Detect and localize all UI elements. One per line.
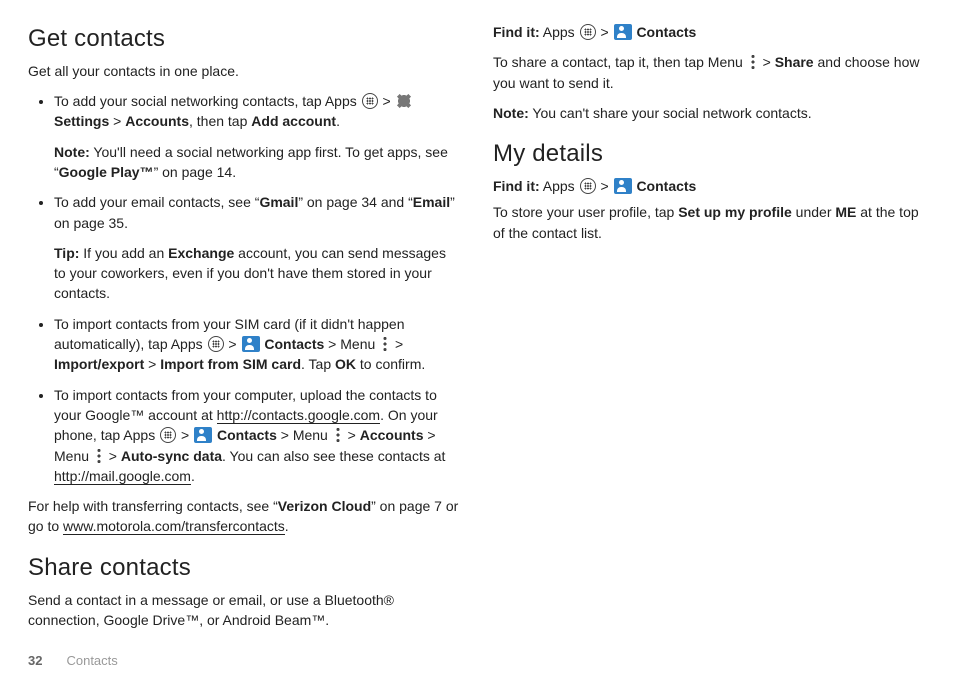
text: > <box>344 427 360 443</box>
contacts-icon <box>242 336 260 352</box>
accounts-label: Accounts <box>360 427 424 443</box>
share-instructions: To share a contact, tap it, then tap Men… <box>493 52 926 93</box>
contacts-label: Contacts <box>636 24 696 40</box>
text: > <box>109 113 125 129</box>
find-it-share: Find it: Apps > Contacts <box>493 22 926 42</box>
accounts-label: Accounts <box>125 113 189 129</box>
gear-icon <box>396 93 412 109</box>
contacts-label: Contacts <box>636 178 696 194</box>
text: ” on page 14. <box>154 164 237 180</box>
apps-icon <box>362 93 378 109</box>
list-item-sim: To import contacts from your SIM card (i… <box>54 314 461 375</box>
note-label: Note: <box>493 105 529 121</box>
text: . <box>285 518 289 534</box>
heading-my-details: My details <box>493 137 926 172</box>
exchange-label: Exchange <box>168 245 234 261</box>
intro-get-contacts: Get all your contacts in one place. <box>28 61 461 81</box>
list-item-email: To add your email contacts, see “Gmail” … <box>54 192 461 303</box>
text: , then tap <box>189 113 251 129</box>
gmail-link: Gmail <box>259 194 298 210</box>
text: under <box>792 204 836 220</box>
tip-label: Tip: <box>54 245 79 261</box>
text: Apps <box>540 178 579 194</box>
text: > <box>177 427 193 443</box>
text: . <box>336 113 340 129</box>
heading-get-contacts: Get contacts <box>28 22 461 57</box>
text: If you add an <box>79 245 168 261</box>
text: > <box>597 178 613 194</box>
mail-url[interactable]: http://mail.google.com <box>54 468 191 485</box>
contacts-label: Contacts <box>264 336 324 352</box>
apps-icon <box>208 336 224 352</box>
apps-icon <box>580 24 596 40</box>
find-it-label: Find it: <box>493 178 540 194</box>
details-instructions: To store your user profile, tap Set up m… <box>493 202 926 243</box>
transfer-help: For help with transferring contacts, see… <box>28 496 461 537</box>
setup-profile-label: Set up my profile <box>678 204 792 220</box>
list-item-computer: To import contacts from your computer, u… <box>54 385 461 486</box>
text: > Menu <box>277 427 332 443</box>
list-item-social: To add your social networking contacts, … <box>54 91 461 182</box>
apps-icon <box>160 427 176 443</box>
footer: 32 Contacts <box>28 640 926 671</box>
email-link: Email <box>413 194 450 210</box>
text: You can't share your social network cont… <box>529 105 812 121</box>
right-column: Find it: Apps > Contacts To share a cont… <box>493 22 926 640</box>
heading-share-contacts: Share contacts <box>28 551 461 586</box>
ok-label: OK <box>335 356 356 372</box>
find-it-label: Find it: <box>493 24 540 40</box>
settings-label: Settings <box>54 113 109 129</box>
me-label: ME <box>835 204 856 220</box>
verizon-cloud-link: Verizon Cloud <box>278 498 371 514</box>
import-sim-label: Import from SIM card <box>160 356 301 372</box>
text: . You can also see these contacts at <box>222 448 445 464</box>
get-contacts-list: To add your social networking contacts, … <box>28 91 461 486</box>
menu-icon <box>748 54 758 70</box>
text: > <box>597 24 613 40</box>
contacts-icon <box>194 427 212 443</box>
text: > <box>225 336 241 352</box>
text: For help with transferring contacts, see… <box>28 498 278 514</box>
text: . Tap <box>301 356 335 372</box>
auto-sync-label: Auto-sync data <box>121 448 222 464</box>
section-name: Contacts <box>66 652 117 671</box>
menu-icon <box>380 336 390 352</box>
columns: Get contacts Get all your contacts in on… <box>28 22 926 640</box>
left-column: Get contacts Get all your contacts in on… <box>28 22 461 640</box>
text: Apps <box>540 24 579 40</box>
note-share: Note: You can't share your social networ… <box>493 103 926 123</box>
contacts-url[interactable]: http://contacts.google.com <box>217 407 380 424</box>
contacts-icon <box>614 24 632 40</box>
text: To add your email contacts, see “ <box>54 194 259 210</box>
page: Get contacts Get all your contacts in on… <box>0 0 954 677</box>
text: To add your social networking contacts, … <box>54 93 361 109</box>
text: > <box>144 356 160 372</box>
text: > <box>759 54 775 70</box>
menu-icon <box>333 427 343 443</box>
page-number: 32 <box>28 652 42 671</box>
contacts-label: Contacts <box>217 427 277 443</box>
tip-exchange: Tip: If you add an Exchange account, you… <box>54 243 461 304</box>
note-social: Note: You'll need a social networking ap… <box>54 142 461 183</box>
note-label: Note: <box>54 144 90 160</box>
intro-share-contacts: Send a contact in a message or email, or… <box>28 590 461 631</box>
text: To share a contact, tap it, then tap Men… <box>493 54 747 70</box>
text: . <box>191 468 195 484</box>
text: > Menu <box>324 336 379 352</box>
apps-icon <box>580 178 596 194</box>
text: > <box>391 336 403 352</box>
text: > <box>105 448 121 464</box>
text: ” on page 34 and “ <box>298 194 412 210</box>
menu-icon <box>94 448 104 464</box>
find-it-details: Find it: Apps > Contacts <box>493 176 926 196</box>
share-label: Share <box>775 54 814 70</box>
motorola-url[interactable]: www.motorola.com/transfercontacts <box>63 518 285 535</box>
contacts-icon <box>614 178 632 194</box>
add-account-label: Add account <box>251 113 336 129</box>
text: To store your user profile, tap <box>493 204 678 220</box>
import-export-label: Import/export <box>54 356 144 372</box>
google-play-link: Google Play™ <box>59 164 154 180</box>
text: to confirm. <box>356 356 425 372</box>
